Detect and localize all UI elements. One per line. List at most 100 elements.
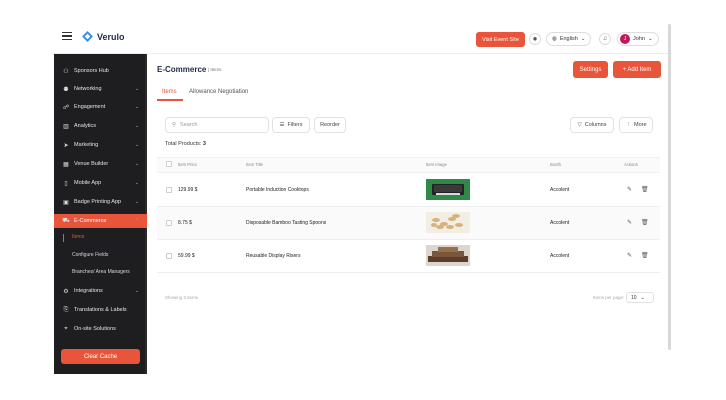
sidebar-item-sponsors-hub[interactable]: ⚇ Sponsors Hub [54,64,147,78]
items-per-page-value: 10 [631,294,637,301]
item-title: Portable Induction Cooktops [246,187,309,193]
add-item-button[interactable]: + Add Item [613,61,661,78]
page-scrollbar[interactable] [668,24,671,350]
badge-icon: ▣ [63,199,69,206]
total-products-value: 3 [202,141,206,147]
item-price: 8.75 $ [178,220,192,226]
brand-name: Verulo [97,31,125,42]
sidebar-subitem-configure-fields[interactable]: Configure Fields [72,252,108,258]
sidebar-item-engagement[interactable]: ☍ Engagement ⌄ [54,100,147,114]
sidebar-item-label: Translations & Labels [74,307,127,313]
row-checkbox[interactable] [166,187,172,193]
chevron-down-icon: ⌄ [580,36,586,42]
cooktop-image [426,179,470,200]
sidebar-item-label: Mobile App [74,180,102,186]
sidebar-item-label: Venue Builder [74,161,109,167]
total-products-label: Total Products: [165,141,202,147]
sidebar-item-label: Analytics [74,123,97,129]
row-checkbox[interactable] [166,220,172,226]
item-title: Reusable Display Risers [246,253,301,259]
bar-chart-icon: ▥ [63,123,69,130]
table-row[interactable] [157,240,660,273]
sidebar-item-label: Networking [74,86,102,92]
search-input[interactable]: ⚲ Search [165,117,269,133]
page-title: E-Commerce [157,65,207,74]
sidebar-item-e-commerce[interactable]: ⛟ E-Commerce ⌃ [54,214,147,228]
translate-icon: ⎘ [63,306,69,313]
column-header-item-title[interactable]: Item Title [246,162,263,167]
sidebar-item-on-site-solutions[interactable]: ⌖ On-site Solutions [54,322,147,336]
building-icon: ▦ [63,161,69,168]
active-tab-indicator [157,99,183,101]
chevron-down-icon: ⌄ [640,294,645,301]
clear-cache-button[interactable]: Clear Cache [61,349,140,364]
tab-items[interactable]: Items [162,89,177,95]
active-subitem-indicator [63,234,64,242]
sidebar-item-mobile-app[interactable]: ▯ Mobile App ⌄ [54,176,147,190]
sidebar-item-integrations[interactable]: ⚙ Integrations ⌄ [54,284,147,298]
settings-button[interactable]: Settings [573,61,608,78]
showing-items-count: Showing 3 items [165,295,199,300]
sidebar-item-label: Integrations [74,288,103,294]
avatar: J [620,34,630,44]
sidebar-item-label: On-site Solutions [74,326,116,332]
sidebar-item-badge-printing-app[interactable]: ▣ Badge Printing App ⌄ [54,195,147,209]
reorder-button[interactable]: Reorder [314,117,346,133]
column-header-item-image[interactable]: Item Image [426,162,447,167]
columns-filter-icon: ▽ [577,122,582,128]
delete-trash-icon[interactable]: 🗑 [641,252,649,259]
more-button[interactable]: ⋮ More [619,117,653,133]
send-icon: ➤ [63,142,69,149]
edit-pencil-icon[interactable]: ✎ [627,219,632,226]
sidebar-item-venue-builder[interactable]: ▦ Venue Builder ⌄ [54,157,147,171]
item-price: 59.99 $ [178,253,195,259]
more-label: More [633,122,647,128]
tab-allowance-negotiation[interactable]: Allowance Negotiation [189,89,248,95]
spoons-image [426,212,470,233]
location-pin-icon: ⌖ [64,325,68,332]
columns-button[interactable]: ▽ Columns [570,117,614,133]
filters-label: Filters [287,122,303,128]
delete-trash-icon[interactable]: 🗑 [641,186,649,193]
bell-icon[interactable]: ♫ [599,33,611,45]
chevron-down-icon: ⌄ [134,161,139,167]
language-selector[interactable]: ◍ English ⌄ [546,32,592,46]
search-icon: ⚲ [172,122,177,128]
edit-pencil-icon[interactable]: ✎ [627,252,632,259]
mobile-icon: ▯ [64,180,68,187]
brand-logo[interactable]: Verulo [82,31,125,42]
delete-trash-icon[interactable]: 🗑 [641,219,649,226]
edit-pencil-icon[interactable]: ✎ [627,186,632,193]
sidebar-subitem-items[interactable]: Items [72,234,84,240]
table-row[interactable] [157,174,660,207]
filters-button[interactable]: ☰ Filters [272,117,310,133]
sidebar-subitem-branches-area-managers[interactable]: Branches/ Area Managers [72,269,130,275]
column-header-actions: Actions [624,162,638,167]
row-checkbox[interactable] [166,253,172,259]
hamburger-menu-icon[interactable] [62,32,72,41]
megaphone-icon: ☍ [62,104,70,111]
language-label: English [559,36,578,42]
booth-name: Accolent [550,253,570,259]
filter-icon: ☰ [279,122,285,128]
items-per-page-select[interactable]: 10 ⌄ [626,292,654,303]
table-row[interactable] [157,207,660,240]
cart-icon: ⛟ [62,218,70,224]
more-vertical-icon: ⋮ [625,122,631,128]
select-all-checkbox[interactable] [166,161,172,167]
people-icon: ⚉ [63,86,69,93]
chevron-down-icon: ⌄ [134,288,139,294]
globe-icon: ◍ [552,36,557,42]
sidebar-item-networking[interactable]: ⚉ Networking ⌄ [54,82,147,96]
user-name: John [633,36,645,42]
sidebar-item-translations-labels[interactable]: ⎘ Translations & Labels [54,303,147,317]
sidebar-item-analytics[interactable]: ▥ Analytics ⌄ [54,119,147,133]
visit-event-site-button[interactable]: Visit Event Site [476,32,525,47]
lightbulb-icon[interactable]: ✹ [529,33,541,45]
sidebar-item-label: Marketing [74,142,99,148]
chevron-down-icon: ⌄ [134,123,139,129]
column-header-item-price[interactable]: Item Price [178,162,197,167]
column-header-booth[interactable]: Booth [550,162,561,167]
user-menu[interactable]: J John ⌄ [617,32,659,46]
sidebar-item-marketing[interactable]: ➤ Marketing ⌄ [54,138,147,152]
